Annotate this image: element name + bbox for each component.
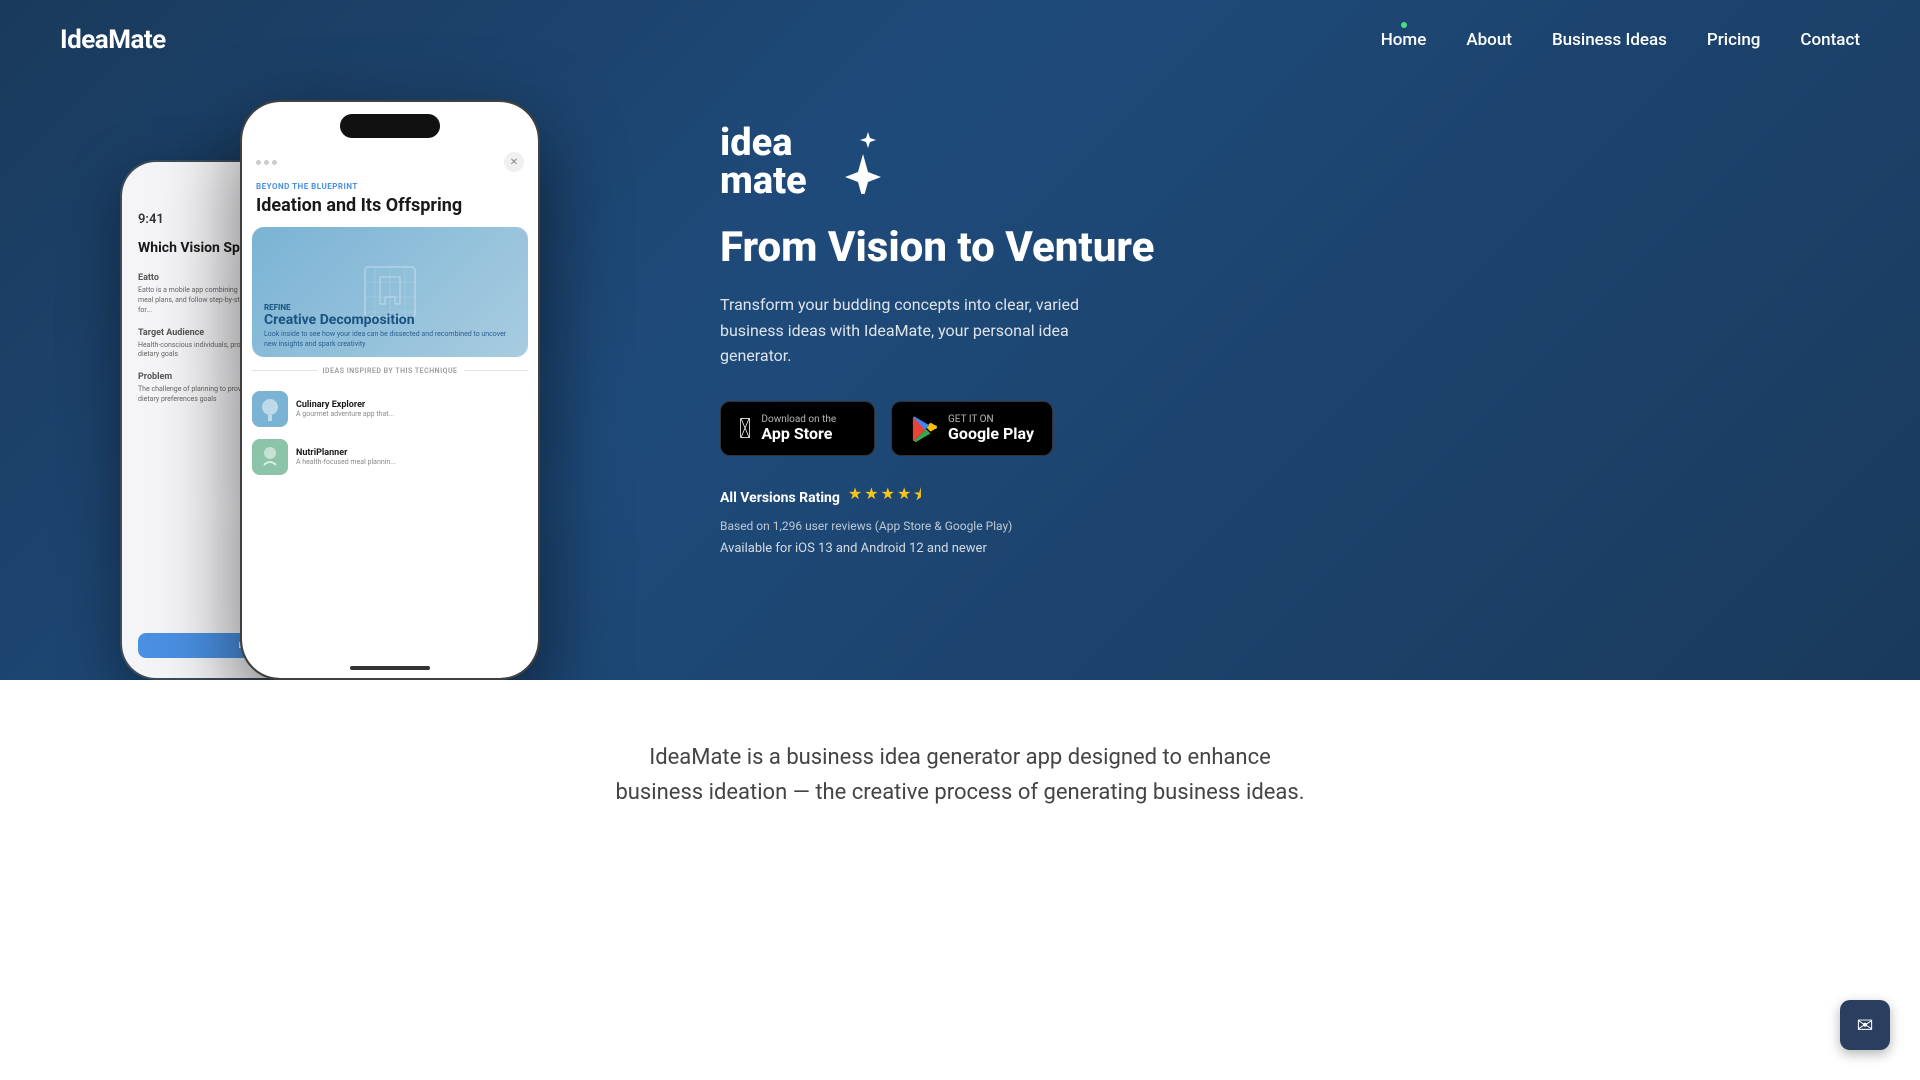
phone-idea-thumb-culinary xyxy=(252,391,288,427)
phones-container: 9:41 Which Vision Speaks to You Eatto Ea… xyxy=(0,0,700,680)
star-3: ★ xyxy=(881,484,895,511)
phone-card-name: Creative Decomposition xyxy=(264,312,516,328)
rating-label: All Versions Rating xyxy=(720,490,840,506)
phone-idea-nutriplanner[interactable]: NutriPlanner A health-focused meal plann… xyxy=(242,433,538,481)
brand-text-mate: mate xyxy=(720,162,807,200)
phone-card-label: REFINE xyxy=(264,303,516,312)
rating-sub: Based on 1,296 user reviews (App Store &… xyxy=(720,519,1012,533)
hero-headline: From Vision to Venture xyxy=(720,224,1154,272)
phone-dot-1 xyxy=(256,160,261,165)
star-5: ⯨ xyxy=(913,484,921,511)
apple-icon:  xyxy=(739,412,751,445)
idea-culinary-desc: A gourmet adventure app that... xyxy=(296,410,394,418)
app-store-button[interactable]:  Download on the App Store xyxy=(720,401,875,456)
star-4: ★ xyxy=(897,484,911,511)
store-buttons:  Download on the App Store GET IT ON Go… xyxy=(720,401,1053,456)
mail-icon: ✉ xyxy=(1857,1013,1874,1037)
google-play-name: Google Play xyxy=(948,425,1034,443)
google-play-button[interactable]: GET IT ON Google Play xyxy=(891,401,1053,456)
star-1: ★ xyxy=(848,484,862,511)
nav-item-contact[interactable]: Contact xyxy=(1800,30,1860,50)
nav-item-business-ideas[interactable]: Business Ideas xyxy=(1552,30,1667,50)
phone-notch xyxy=(340,114,440,138)
hero-subtitle: Transform your budding concepts into cle… xyxy=(720,292,1140,369)
phone-card-overlay: REFINE Creative Decomposition Look insid… xyxy=(252,295,528,356)
brand-text-idea: idea xyxy=(720,124,807,162)
stars: ★ ★ ★ ★ ⯨ xyxy=(848,484,922,511)
phone-idea-culinary[interactable]: Culinary Explorer A gourmet adventure ap… xyxy=(242,385,538,433)
google-play-icon xyxy=(910,415,938,443)
phone-card: REFINE Creative Decomposition Look insid… xyxy=(252,227,528,357)
contact-email-button[interactable]: ✉ xyxy=(1840,1000,1890,1050)
phone-screen: ✕ BEYOND THE BLUEPRINT Ideation and Its … xyxy=(242,102,538,678)
brand-logo: idea mate xyxy=(720,124,883,200)
phone-dot-2 xyxy=(264,160,269,165)
star-2: ★ xyxy=(864,484,878,511)
availability-text: Available for iOS 13 and Android 12 and … xyxy=(720,541,987,556)
below-fold: IdeaMate is a business idea generator ap… xyxy=(0,680,1920,850)
phone-title: Ideation and Its Offspring xyxy=(242,191,538,227)
app-store-name: App Store xyxy=(761,425,836,443)
phone-close-btn[interactable]: ✕ xyxy=(504,152,524,172)
below-fold-text: IdeaMate is a business idea generator ap… xyxy=(610,740,1310,810)
phone-divider: IDEAS INSPIRED BY THIS TECHNIQUE xyxy=(242,357,538,385)
nav-links: Home About Business Ideas Pricing Contac… xyxy=(1381,30,1860,50)
phone-dot-3 xyxy=(272,160,277,165)
hero-content: idea mate From Vision to Venture Transfo… xyxy=(700,124,1920,556)
nav-logo[interactable]: IdeaMate xyxy=(60,25,166,55)
nav-item-home[interactable]: Home xyxy=(1381,30,1427,50)
phone-idea-thumb-nutriplanner xyxy=(252,439,288,475)
idea-nutriplanner-desc: A health-focused meal plannin... xyxy=(296,458,396,466)
phone-front: ✕ BEYOND THE BLUEPRINT Ideation and Its … xyxy=(240,100,540,680)
phone-card-desc: Look inside to see how your idea can be … xyxy=(264,330,516,348)
idea-culinary-name: Culinary Explorer xyxy=(296,400,394,410)
phone-home-bar xyxy=(350,666,430,670)
navbar: IdeaMate Home About Business Ideas Prici… xyxy=(0,0,1920,80)
idea-nutriplanner-name: NutriPlanner xyxy=(296,448,396,458)
hero-section: 9:41 Which Vision Speaks to You Eatto Ea… xyxy=(0,0,1920,680)
phone-divider-text: IDEAS INSPIRED BY THIS TECHNIQUE xyxy=(323,367,458,375)
rating-row: All Versions Rating ★ ★ ★ ★ ⯨ xyxy=(720,484,922,511)
sparkle-icon xyxy=(813,124,883,194)
phone-dot-menu[interactable] xyxy=(256,160,277,165)
phone-tag: BEYOND THE BLUEPRINT xyxy=(242,182,538,191)
nav-item-about[interactable]: About xyxy=(1466,30,1512,50)
nav-item-pricing[interactable]: Pricing xyxy=(1707,30,1761,50)
